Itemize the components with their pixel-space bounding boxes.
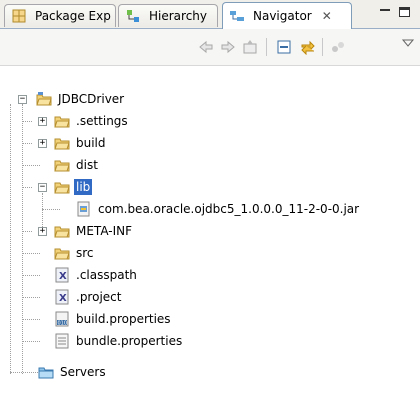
tree-connector (22, 275, 40, 276)
folder-icon (54, 223, 70, 239)
collapse-toggle[interactable]: − (18, 95, 27, 104)
servers-folder-icon (38, 364, 54, 380)
chevron-down-icon[interactable] (398, 33, 418, 53)
expand-toggle[interactable]: + (38, 227, 47, 236)
tree-item-label: .project (76, 290, 122, 304)
tree-item-bundle-properties[interactable]: bundle.properties (54, 330, 184, 352)
tree-item-servers[interactable]: Servers (38, 361, 108, 383)
navigator-icon (229, 8, 245, 24)
close-icon[interactable]: ✕ (322, 9, 332, 23)
tree-connector (22, 187, 32, 188)
toolbar-separator (266, 38, 267, 56)
hierarchy-icon (125, 8, 141, 24)
svg-text:010: 010 (58, 320, 68, 326)
expand-toggle[interactable]: + (38, 139, 47, 148)
navigator-tree: − JDBCDriver + .settings + build dist − … (0, 66, 420, 400)
svg-text:X: X (59, 271, 67, 282)
tree-item-jdbcdriver[interactable]: JDBCDriver (36, 88, 126, 110)
tree-item-label: bundle.properties (76, 334, 183, 348)
tree-item-jar[interactable]: com.bea.oracle.ojdbc5_1.0.0.0_11-2-0-0.j… (76, 198, 361, 220)
tree-item-label: Servers (60, 365, 106, 379)
xml-file-icon: X (54, 267, 70, 283)
tree-connector (42, 209, 60, 210)
menu-icon[interactable] (328, 37, 348, 57)
tree-item-label: .settings (76, 114, 128, 128)
tree-item-lib[interactable]: lib (54, 176, 93, 198)
xml-file-icon: X (54, 289, 70, 305)
tree-item-build-properties[interactable]: 010 build.properties (54, 308, 173, 330)
tree-item-label: JDBCDriver (58, 92, 125, 106)
collapse-all-icon[interactable] (274, 37, 294, 57)
view-toolbar (0, 29, 420, 66)
text-file-icon (54, 333, 70, 349)
tree-item-dist[interactable]: dist (54, 154, 100, 176)
svg-text:X: X (59, 293, 67, 304)
tree-connector (22, 253, 40, 254)
tree-connector (10, 372, 40, 373)
tree-item-label: build.properties (76, 312, 171, 326)
tree-item-label: src (76, 246, 94, 260)
properties-file-icon: 010 (54, 311, 70, 327)
minimize-icon[interactable] (378, 6, 392, 18)
tab-package-explorer[interactable]: Package Exp (4, 4, 116, 27)
up-icon[interactable] (240, 37, 260, 57)
folder-icon (54, 135, 70, 151)
forward-icon[interactable] (218, 37, 238, 57)
expand-toggle[interactable]: + (38, 117, 47, 126)
tree-item-settings[interactable]: .settings (54, 110, 130, 132)
tree-connector (22, 165, 40, 166)
folder-icon (54, 179, 70, 195)
folder-icon (54, 245, 70, 261)
tree-item-label: dist (76, 158, 98, 172)
jar-file-icon (76, 201, 92, 217)
tree-item-build[interactable]: build (54, 132, 108, 154)
tree-connector (22, 319, 40, 320)
tab-hierarchy[interactable]: Hierarchy (118, 4, 218, 27)
tree-connector (22, 104, 23, 374)
project-folder-icon (36, 91, 52, 107)
toolbar-separator (322, 38, 323, 56)
tree-connector (42, 193, 43, 227)
tree-item-label: com.bea.oracle.ojdbc5_1.0.0.0_11-2-0-0.j… (98, 202, 360, 216)
folder-icon (54, 113, 70, 129)
tab-label: Hierarchy (149, 9, 208, 23)
package-explorer-icon (11, 8, 27, 24)
view-tab-bar: Package Exp Hierarchy Navigator ✕ (0, 0, 420, 29)
tab-label: Package Exp (35, 9, 111, 23)
link-editor-icon[interactable] (298, 37, 318, 57)
tree-item-project[interactable]: X .project (54, 286, 123, 308)
tab-navigator[interactable]: Navigator ✕ (222, 2, 352, 29)
tree-connector (22, 341, 40, 342)
tree-item-label: .classpath (76, 268, 137, 282)
tree-connector (10, 104, 11, 374)
tree-item-label: lib (74, 179, 93, 195)
tree-item-label: build (76, 136, 106, 150)
tree-item-src[interactable]: src (54, 242, 96, 264)
maximize-icon[interactable] (398, 6, 412, 18)
tree-item-label: META-INF (76, 224, 133, 238)
tab-label: Navigator (253, 9, 312, 23)
tree-connector (22, 297, 40, 298)
tree-item-classpath[interactable]: X .classpath (54, 264, 139, 286)
tree-connector (22, 121, 32, 122)
collapse-toggle[interactable]: − (38, 183, 47, 192)
tree-connector (22, 231, 32, 232)
back-icon[interactable] (196, 37, 216, 57)
folder-icon (54, 157, 70, 173)
tree-connector (22, 143, 32, 144)
tree-item-meta-inf[interactable]: META-INF (54, 220, 134, 242)
